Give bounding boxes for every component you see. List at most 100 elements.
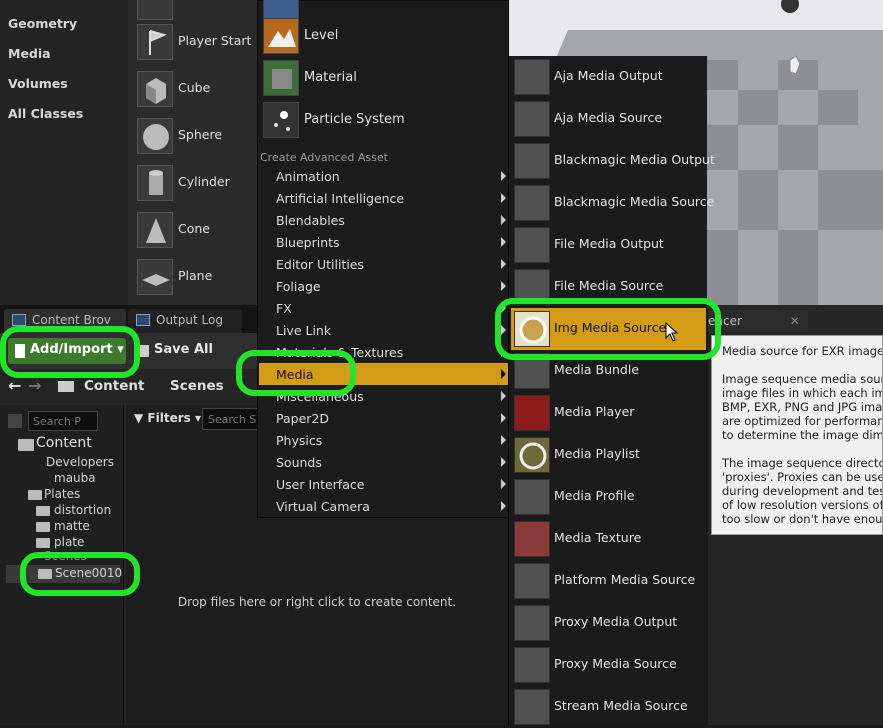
menu-item-label: Virtual Camera — [276, 499, 370, 514]
menu-item-fx[interactable]: FX — [259, 297, 509, 319]
tree-item-plates[interactable]: Plates — [28, 487, 80, 501]
chevron-right-icon — [501, 391, 506, 401]
blackmagic-output-icon — [514, 143, 550, 179]
plane-icon — [137, 259, 173, 295]
submenu-item-label: Proxy Media Source — [554, 656, 677, 671]
submenu-item-label: File Media Source — [554, 278, 664, 293]
tab-sequencer[interactable]: encer ✕ — [708, 310, 808, 332]
menu-item-editor-utilities[interactable]: Editor Utilities — [259, 253, 509, 275]
menu-item-label: Level — [304, 28, 339, 43]
tree-item-matte[interactable]: matte — [36, 519, 90, 533]
chevron-right-icon — [501, 215, 506, 225]
highlight-add-import — [0, 326, 140, 378]
menu-item-user-interface[interactable]: User Interface — [259, 473, 509, 495]
back-arrow-icon[interactable]: ← — [8, 376, 21, 395]
submenu-item-label: Media Profile — [554, 488, 635, 503]
actor-item-cylinder[interactable]: Cylinder — [128, 161, 258, 205]
submenu-item-blackmagic-media-source[interactable]: Blackmagic Media Source — [511, 182, 714, 224]
submenu-item-media-texture[interactable]: Media Texture — [511, 518, 706, 560]
stream-source-icon — [514, 689, 550, 725]
submenu-item-blackmagic-media-output[interactable]: Blackmagic Media Output — [511, 140, 715, 182]
submenu-item-stream-media-source[interactable]: Stream Media Source — [511, 686, 706, 728]
tooltip-line: of low resolution versions of i — [722, 498, 883, 512]
menu-item-artificial-intelligence[interactable]: Artificial Intelligence — [259, 187, 509, 209]
breadcrumb-content[interactable]: Content — [84, 378, 144, 394]
menu-item-blendables[interactable]: Blendables — [259, 209, 509, 231]
tree-label: mauba — [54, 471, 96, 485]
actor-label: Sphere — [178, 127, 223, 142]
actor-item-plane[interactable]: Plane — [128, 255, 258, 299]
cone-icon — [137, 212, 173, 248]
tab-output-log[interactable]: Output Log — [128, 309, 242, 333]
output-log-icon — [136, 314, 150, 326]
filters-button[interactable]: ▼ Filters ▾ — [134, 411, 201, 425]
submenu-item-proxy-media-source[interactable]: Proxy Media Source — [511, 644, 706, 686]
category-all-classes[interactable]: All Classes — [8, 106, 83, 121]
menu-item-blueprints[interactable]: Blueprints — [259, 231, 509, 253]
highlight-scene0010 — [20, 552, 140, 596]
proxy-output-icon — [514, 605, 550, 641]
submenu-item-label: Aja Media Output — [554, 68, 663, 83]
category-volumes[interactable]: Volumes — [8, 76, 68, 91]
submenu-item-aja-media-source[interactable]: Aja Media Source — [511, 98, 706, 140]
submenu-item-proxy-media-output[interactable]: Proxy Media Output — [511, 602, 706, 644]
submenu-item-label: Media Bundle — [554, 362, 640, 377]
tree-item-distortion[interactable]: distortion — [36, 503, 111, 517]
menu-item-paper2d[interactable]: Paper2D — [259, 407, 509, 429]
actor-item-cube[interactable]: Cube — [128, 67, 258, 111]
tooltip-line — [722, 358, 882, 372]
tab-label: Output Log — [156, 313, 223, 327]
category-media[interactable]: Media — [8, 46, 51, 61]
menu-item-foliage[interactable]: Foliage — [259, 275, 509, 297]
empty-folder-message: Drop files here or right click to create… — [177, 595, 457, 609]
flag-icon — [137, 24, 173, 60]
submenu-item-media-player[interactable]: Media Player — [511, 392, 706, 434]
submenu-item-aja-media-output[interactable]: Aja Media Output — [511, 56, 706, 98]
menu-item-live-link[interactable]: Live Link — [259, 319, 509, 341]
tree-item-developers[interactable]: Developers — [30, 455, 114, 469]
tooltip-line: too slow or don't have enough — [722, 512, 883, 526]
submenu-item-label: File Media Output — [554, 236, 664, 251]
submenu-item-platform-media-source[interactable]: Platform Media Source — [511, 560, 706, 602]
chevron-right-icon — [501, 479, 506, 489]
actor-item-sphere[interactable]: Sphere — [128, 114, 258, 158]
submenu-item-label: Blackmagic Media Source — [554, 194, 715, 209]
submenu-item-label: Platform Media Source — [554, 572, 696, 587]
folder-icon — [18, 439, 34, 451]
tooltip-line: The image sequence directory — [722, 456, 883, 470]
tree-item-plate[interactable]: plate — [36, 535, 84, 549]
tooltip-line: to determine the image dimens — [722, 428, 883, 442]
actor-label: Cone — [178, 221, 210, 236]
forward-arrow-icon[interactable]: → — [28, 376, 41, 395]
particle-system-icon — [263, 102, 299, 138]
submenu-item-media-playlist[interactable]: Media Playlist — [511, 434, 706, 476]
save-all-button[interactable]: Save All — [138, 342, 213, 357]
menu-item-material[interactable]: Material — [261, 57, 507, 99]
actor-label: Cylinder — [178, 174, 230, 189]
highlight-media — [236, 350, 356, 396]
platform-source-icon — [514, 563, 550, 599]
sources-toggle-icon[interactable] — [8, 414, 22, 428]
close-icon[interactable]: ✕ — [790, 314, 800, 328]
aja-output-icon — [514, 59, 550, 95]
highlight-img-media-source — [495, 298, 721, 360]
actor-item-player-start[interactable]: Player Start — [128, 20, 258, 64]
add-new-context-menu: Level Material Particle System Create Ad… — [257, 0, 509, 518]
tree-item-mauba[interactable]: mauba — [40, 471, 96, 485]
menu-item-physics[interactable]: Physics — [259, 429, 509, 451]
menu-item-particle-system[interactable]: Particle System — [261, 99, 507, 141]
menu-item-sounds[interactable]: Sounds — [259, 451, 509, 473]
submenu-item-file-media-output[interactable]: File Media Output — [511, 224, 706, 266]
folder-search-input[interactable]: Search P — [28, 411, 98, 431]
menu-item-virtual-camera[interactable]: Virtual Camera — [259, 495, 509, 517]
category-geometry[interactable]: Geometry — [8, 16, 77, 31]
submenu-item-media-profile[interactable]: Media Profile — [511, 476, 706, 518]
tree-item-content[interactable]: Content — [8, 435, 92, 451]
tab-label: Content Brov — [32, 313, 111, 327]
menu-item-level[interactable]: Level — [261, 15, 507, 57]
menu-item-animation[interactable]: Animation — [259, 165, 509, 187]
tooltip-line: are optimized for performance — [722, 414, 883, 428]
breadcrumb-scenes[interactable]: Scenes — [170, 378, 224, 394]
actor-item-cone[interactable]: Cone — [128, 208, 258, 252]
media-texture-icon — [514, 521, 550, 557]
